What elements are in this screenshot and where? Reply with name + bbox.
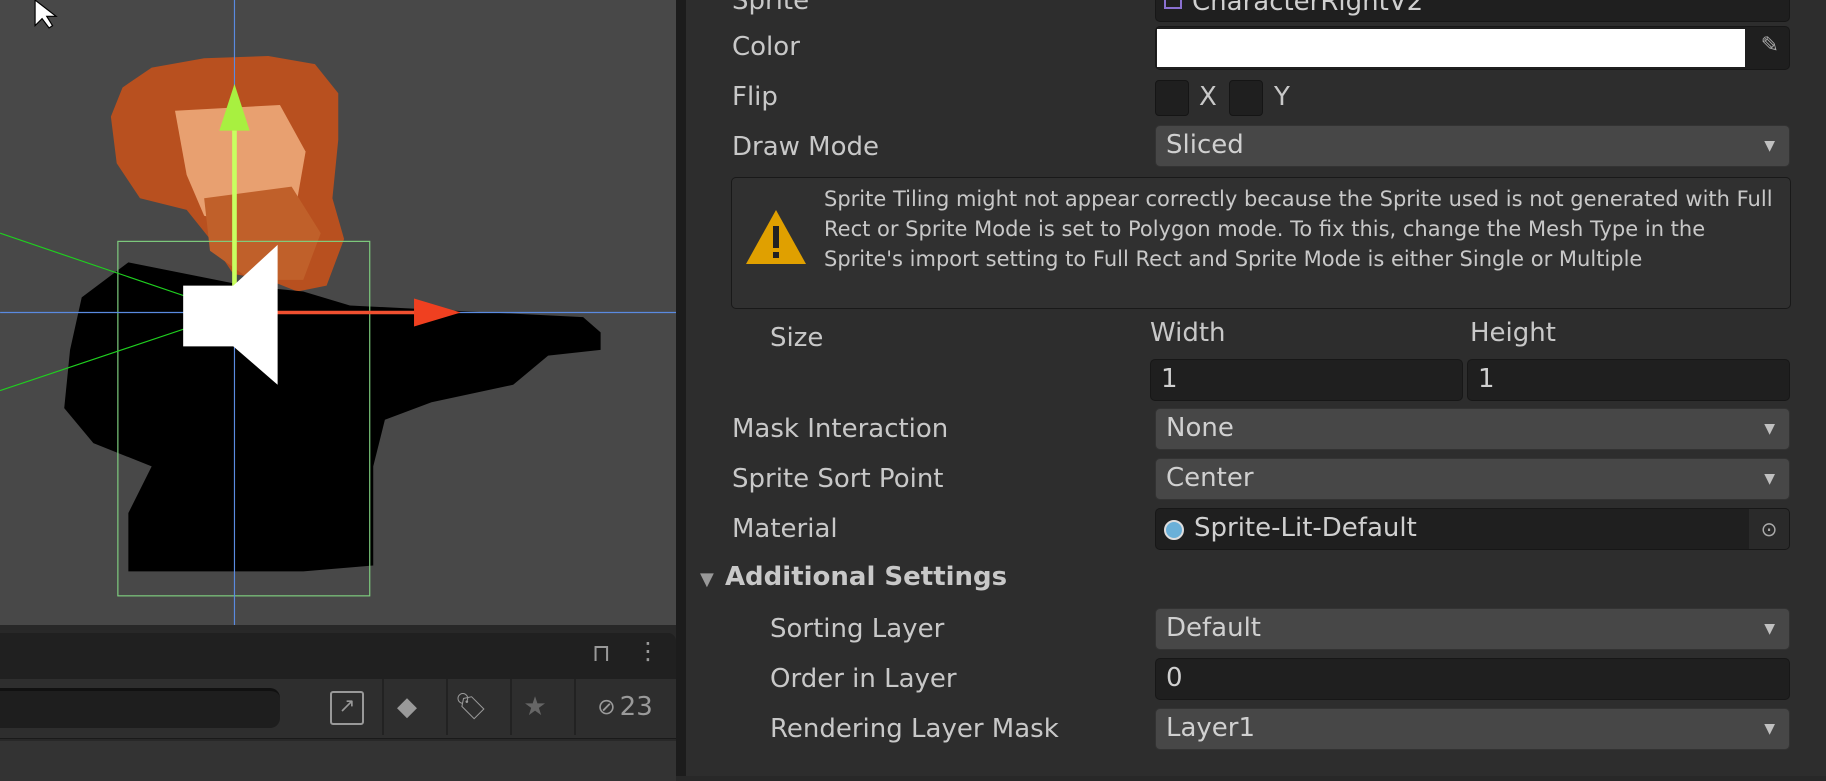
dropdown-arrow-icon: ▼ xyxy=(1764,421,1775,437)
material-icon xyxy=(1164,520,1184,540)
additional-settings-label: Additional Settings xyxy=(724,562,1008,592)
eyedropper-icon[interactable]: ✎ xyxy=(1761,33,1779,58)
dropdown-arrow-icon: ▼ xyxy=(1764,471,1775,487)
size-label: Size xyxy=(770,323,824,353)
scene-canvas[interactable] xyxy=(0,0,680,625)
flip-y-checkbox[interactable] xyxy=(1229,80,1263,116)
draw-mode-value: Sliced xyxy=(1166,130,1244,160)
mask-interaction-label: Mask Interaction xyxy=(732,414,949,444)
visibility-toggle[interactable]: ⊘ 23 xyxy=(574,679,674,735)
sprite-field[interactable]: CharacterRightV2 xyxy=(1155,0,1790,22)
sprite-sort-point-value: Center xyxy=(1166,463,1254,493)
sorting-layer-label: Sorting Layer xyxy=(770,614,945,644)
material-field[interactable]: Sprite-Lit-Default ⊙ xyxy=(1155,508,1790,550)
dropdown-arrow-icon: ▼ xyxy=(1764,621,1775,637)
search-input[interactable] xyxy=(0,688,280,728)
mask-interaction-value: None xyxy=(1166,413,1234,443)
dropdown-arrow-icon: ▼ xyxy=(1764,721,1775,737)
dropdown-arrow-icon: ▼ xyxy=(1764,138,1775,154)
additional-settings-foldout[interactable]: ▼ Additional Settings xyxy=(700,562,1007,592)
sprite-tiling-warning: Sprite Tiling might not appear correctly… xyxy=(731,177,1791,309)
width-input[interactable]: 1 xyxy=(1150,359,1463,401)
more-icon[interactable]: ⋮ xyxy=(636,637,660,665)
lock-icon[interactable]: ⊓ xyxy=(592,639,611,667)
sorting-layer-value: Default xyxy=(1166,613,1261,643)
object-picker-icon[interactable]: ⊙ xyxy=(1749,509,1789,549)
color-label: Color xyxy=(732,32,800,62)
rendering-layer-mask-value: Layer1 xyxy=(1166,713,1256,743)
tag-icon[interactable]: 🏷 xyxy=(446,679,494,735)
flip-x-checkbox[interactable] xyxy=(1155,80,1189,116)
color-field[interactable]: ✎ xyxy=(1155,26,1790,70)
flip-x-label: X xyxy=(1199,82,1217,112)
order-in-layer-input[interactable]: 0 xyxy=(1155,658,1790,700)
panel-divider[interactable] xyxy=(676,0,686,776)
height-label: Height xyxy=(1470,318,1556,348)
star-icon[interactable]: ★ xyxy=(510,679,558,735)
draw-mode-dropdown[interactable]: Sliced ▼ xyxy=(1155,125,1790,167)
shapes-icon[interactable]: ◆ xyxy=(382,679,430,735)
sprite-label: Sprite xyxy=(732,0,810,16)
rendering-layer-mask-label: Rendering Layer Mask xyxy=(770,714,1059,744)
height-input[interactable]: 1 xyxy=(1467,359,1790,401)
hierarchy-list[interactable] xyxy=(0,741,676,781)
order-in-layer-label: Order in Layer xyxy=(770,664,957,694)
material-value: Sprite-Lit-Default xyxy=(1194,513,1417,543)
sorting-layer-dropdown[interactable]: Default ▼ xyxy=(1155,608,1790,650)
hierarchy-header: ⊓ ⋮ xyxy=(0,633,676,679)
foldout-arrow-icon: ▼ xyxy=(700,569,714,590)
material-label: Material xyxy=(732,514,838,544)
rendering-layer-mask-dropdown[interactable]: Layer1 ▼ xyxy=(1155,708,1790,750)
warning-text: Sprite Tiling might not appear correctly… xyxy=(824,187,1773,271)
draw-mode-label: Draw Mode xyxy=(732,132,880,162)
hierarchy-panel: ⊓ ⋮ ↗ ◆ 🏷 ★ ⊘ 23 xyxy=(0,625,680,781)
warning-icon xyxy=(746,210,806,264)
flip-y-label: Y xyxy=(1274,82,1290,112)
sprite-sort-point-dropdown[interactable]: Center ▼ xyxy=(1155,458,1790,500)
expand-search-icon[interactable]: ↗ xyxy=(330,691,364,725)
sprite-value: CharacterRightV2 xyxy=(1192,0,1424,17)
sprite-sort-point-label: Sprite Sort Point xyxy=(732,464,944,494)
cursor-icon xyxy=(34,0,58,29)
eye-hidden-icon: ⊘ xyxy=(597,694,616,720)
hidden-count: 23 xyxy=(619,692,653,722)
mask-interaction-dropdown[interactable]: None ▼ xyxy=(1155,408,1790,450)
scene-view[interactable] xyxy=(0,0,680,625)
color-swatch[interactable] xyxy=(1157,29,1745,67)
flip-label: Flip xyxy=(732,82,778,112)
width-label: Width xyxy=(1150,318,1226,348)
inspector-panel: Sprite CharacterRightV2 Color ✎ Flip X Y… xyxy=(686,0,1826,776)
sprite-icon xyxy=(1164,0,1182,9)
